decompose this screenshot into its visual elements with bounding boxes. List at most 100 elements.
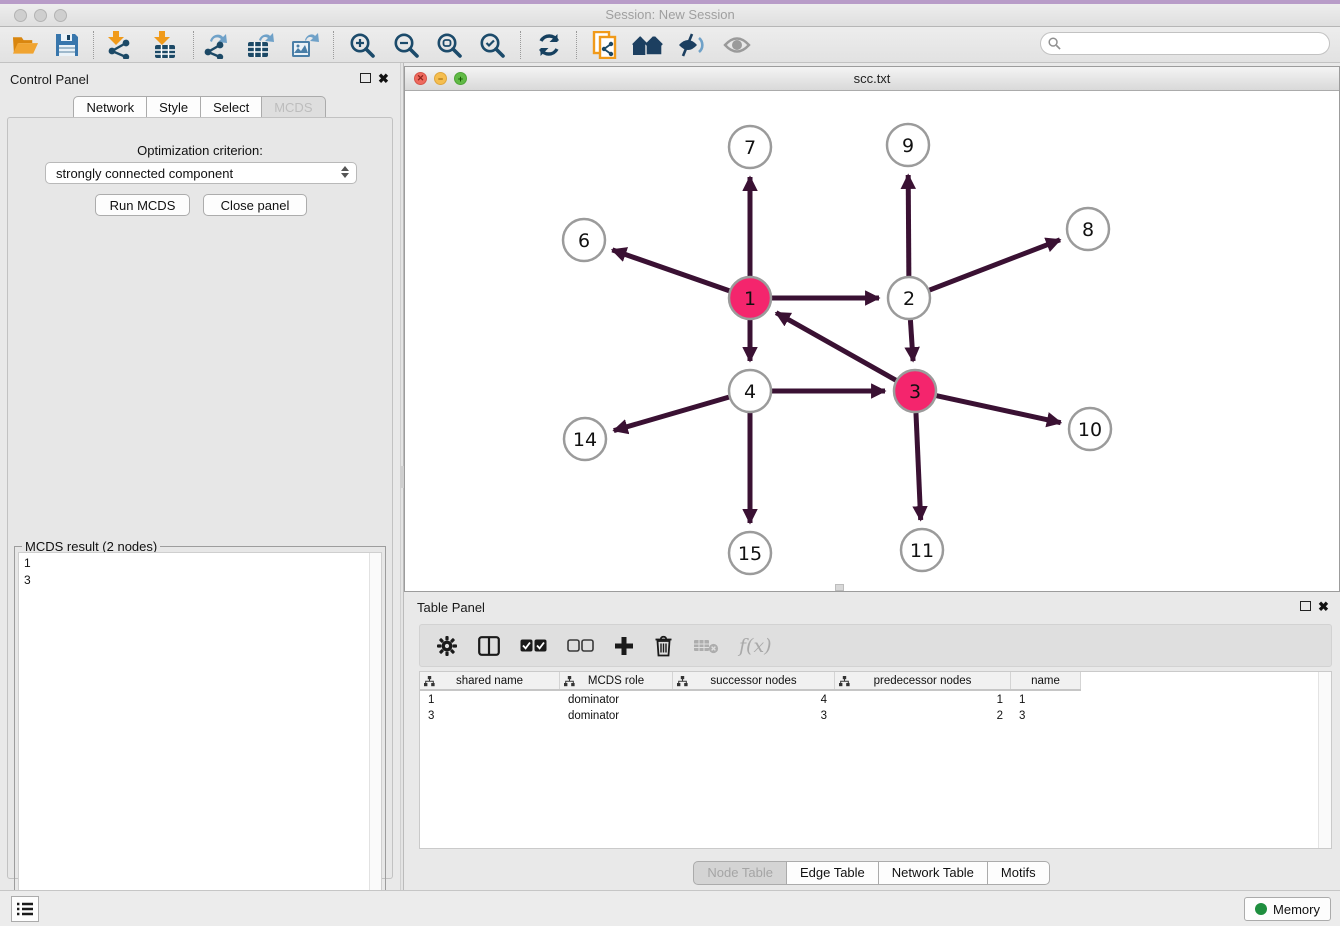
column-label: MCDS role: [588, 675, 644, 687]
delete-column-button[interactable]: [654, 631, 673, 661]
tab-node-table[interactable]: Node Table: [693, 861, 787, 885]
import-network-button[interactable]: [101, 30, 135, 60]
node-9[interactable]: 9: [887, 124, 929, 166]
mcds-result-list[interactable]: 13: [18, 552, 382, 920]
save-session-button[interactable]: [50, 30, 84, 60]
cell-name[interactable]: 3: [1011, 709, 1081, 725]
node-15[interactable]: 15: [729, 532, 771, 574]
column-header-name[interactable]: name: [1011, 672, 1081, 689]
tab-network-table[interactable]: Network Table: [878, 861, 988, 885]
cell-predecessor-nodes[interactable]: 1: [835, 693, 1011, 709]
eye-slash-icon: [678, 33, 706, 57]
node-7[interactable]: 7: [729, 126, 771, 168]
function-builder-button[interactable]: f(x): [739, 631, 772, 661]
deselect-all-rows-button[interactable]: [567, 631, 594, 661]
node-11[interactable]: 11: [901, 529, 943, 571]
column-label: shared name: [456, 675, 523, 687]
tab-motifs[interactable]: Motifs: [987, 861, 1050, 885]
cell-successor-nodes[interactable]: 3: [673, 709, 835, 725]
node-1[interactable]: 1: [729, 277, 771, 319]
table-row[interactable]: 1dominator411: [420, 693, 1081, 709]
table-panel-float-button[interactable]: [1300, 601, 1311, 611]
delete-table-button[interactable]: [693, 631, 719, 661]
node-4[interactable]: 4: [729, 370, 771, 412]
svg-text:8: 8: [1082, 219, 1094, 241]
import-network-icon: [104, 31, 132, 59]
new-network-from-selection-button[interactable]: [588, 30, 622, 60]
zoom-out-button[interactable]: [389, 30, 423, 60]
control-panel-float-button[interactable]: [360, 73, 371, 83]
svg-text:11: 11: [910, 540, 934, 562]
zoom-selected-button[interactable]: [475, 30, 509, 60]
table-options-button[interactable]: [436, 631, 458, 661]
plus-icon: [614, 636, 634, 656]
edge-2-9[interactable]: [908, 175, 909, 276]
node-3[interactable]: 3: [894, 370, 936, 412]
refresh-button[interactable]: [532, 30, 566, 60]
column-label: name: [1031, 675, 1060, 687]
hide-selected-button[interactable]: [675, 30, 709, 60]
canvas-splitter-handle[interactable]: [835, 584, 844, 591]
cell-MCDS-role[interactable]: dominator: [560, 693, 673, 709]
zoom-fit-button[interactable]: [432, 30, 466, 60]
create-column-button[interactable]: [614, 631, 634, 661]
table-toolbar: f(x): [419, 624, 1332, 667]
unchecked-boxes-icon: [567, 639, 594, 652]
edge-2-8[interactable]: [930, 240, 1060, 290]
edge-3-10[interactable]: [936, 396, 1060, 423]
column-header-shared-name[interactable]: shared name: [420, 672, 560, 689]
first-neighbors-button[interactable]: [631, 30, 665, 60]
save-icon: [55, 33, 79, 57]
column-label: predecessor nodes: [874, 675, 972, 687]
node-10[interactable]: 10: [1069, 408, 1111, 450]
cell-predecessor-nodes[interactable]: 2: [835, 709, 1011, 725]
result-scrollbar[interactable]: [369, 553, 381, 919]
node-2[interactable]: 2: [888, 277, 930, 319]
export-image-button[interactable]: [288, 30, 322, 60]
tab-edge-table[interactable]: Edge Table: [786, 861, 879, 885]
zoom-in-icon: [349, 32, 376, 59]
open-session-button[interactable]: [8, 30, 42, 60]
cell-MCDS-role[interactable]: dominator: [560, 709, 673, 725]
control-panel-close-button[interactable]: ✖: [378, 74, 389, 84]
column-header-MCDS-role[interactable]: MCDS role: [560, 672, 673, 689]
window-title: Session: New Session: [0, 7, 1340, 22]
show-all-button[interactable]: [720, 30, 754, 60]
export-network-button[interactable]: [201, 30, 235, 60]
network-canvas[interactable]: 7 9 6 8 1 2 4 3 14 10 15 11: [405, 91, 1339, 591]
memory-button[interactable]: Memory: [1244, 897, 1331, 921]
node-8[interactable]: 8: [1067, 208, 1109, 250]
cell-shared-name[interactable]: 1: [420, 693, 560, 709]
edge-3-1[interactable]: [776, 313, 896, 380]
zoom-selected-icon: [479, 32, 506, 59]
svg-text:2: 2: [903, 288, 915, 310]
edge-4-14[interactable]: [614, 397, 729, 430]
select-all-rows-button[interactable]: [520, 631, 547, 661]
optimization-criterion-label: Optimization criterion:: [8, 143, 392, 158]
cell-successor-nodes[interactable]: 4: [673, 693, 835, 709]
open-folder-icon: [12, 33, 39, 57]
column-header-predecessor-nodes[interactable]: predecessor nodes: [835, 672, 1011, 689]
export-table-button[interactable]: [244, 30, 278, 60]
optimization-criterion-select[interactable]: strongly connected component: [45, 162, 357, 184]
show-column-panel-button[interactable]: [478, 631, 500, 661]
edge-3-11[interactable]: [916, 413, 921, 520]
cell-shared-name[interactable]: 3: [420, 709, 560, 725]
column-header-successor-nodes[interactable]: successor nodes: [673, 672, 835, 689]
svg-text:6: 6: [578, 230, 590, 252]
cell-name[interactable]: 1: [1011, 693, 1081, 709]
node-14[interactable]: 14: [564, 418, 606, 460]
node-6[interactable]: 6: [563, 219, 605, 261]
search-input[interactable]: [1040, 32, 1330, 55]
run-mcds-button[interactable]: Run MCDS: [95, 194, 190, 216]
table-row[interactable]: 3dominator323: [420, 709, 1081, 725]
close-panel-button[interactable]: Close panel: [203, 194, 307, 216]
table-panel-close-button[interactable]: ✖: [1318, 602, 1329, 612]
table-scrollbar[interactable]: [1318, 672, 1331, 848]
task-history-button[interactable]: [11, 896, 39, 922]
edge-1-6[interactable]: [612, 250, 729, 291]
network-window-titlebar[interactable]: ✕ − + scc.txt: [405, 67, 1339, 91]
import-table-button[interactable]: [148, 30, 182, 60]
zoom-in-button[interactable]: [345, 30, 379, 60]
edge-2-3[interactable]: [910, 320, 913, 361]
